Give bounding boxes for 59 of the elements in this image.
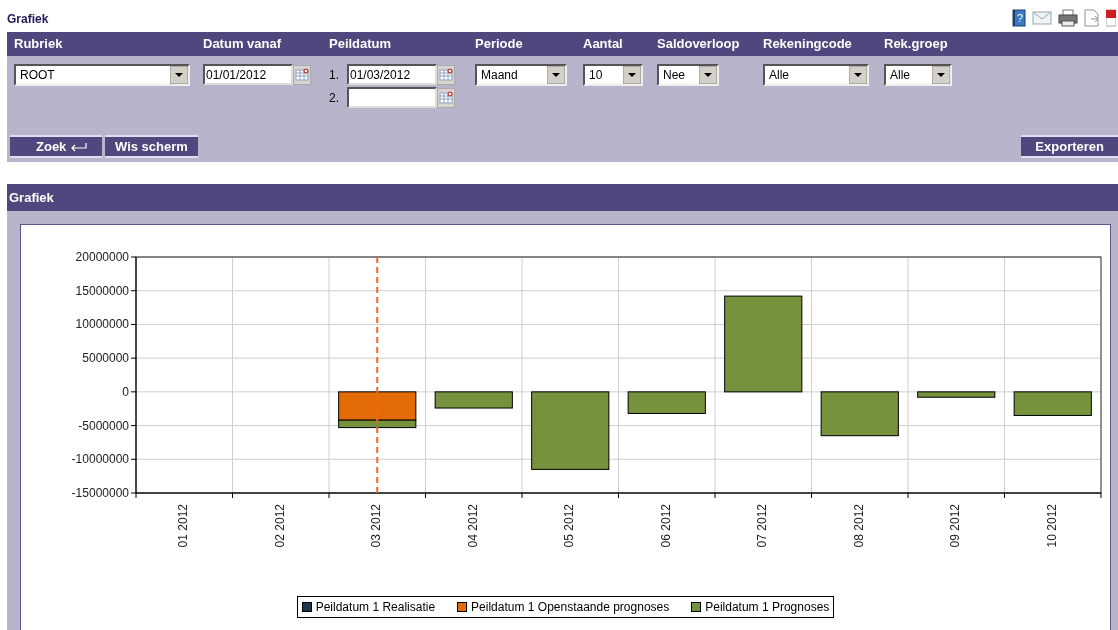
- dropdown-arrow-icon: [849, 66, 867, 84]
- legend-label: Peildatum 1 Prognoses: [705, 599, 830, 616]
- dropdown-arrow-icon: [547, 66, 565, 84]
- dropdown-arrow-icon: [170, 66, 188, 84]
- dropdown[interactable]: Alle: [763, 64, 869, 86]
- x-tick-label: 05 2012: [562, 504, 577, 548]
- y-tick-label: -15000000: [71, 486, 129, 500]
- date-field[interactable]: 01/01/2012: [203, 64, 293, 85]
- x-tick-label: 02 2012: [272, 504, 287, 548]
- page-title: Grafiek: [7, 11, 49, 28]
- filter-label: Rek.groep: [884, 36, 948, 52]
- y-tick-label: 5000000: [82, 351, 129, 366]
- y-tick-label: -5000000: [78, 418, 129, 433]
- y-tick-label: -10000000: [71, 452, 129, 467]
- x-tick-label: 03 2012: [369, 504, 384, 548]
- date-field[interactable]: 01/03/2012: [347, 64, 437, 85]
- dropdown[interactable]: Maand: [475, 64, 567, 86]
- dropdown-arrow-icon: [623, 66, 641, 84]
- x-tick-label: 08 2012: [851, 504, 866, 548]
- x-tick-label: 04 2012: [465, 504, 480, 548]
- y-tick-label: 15000000: [75, 283, 129, 298]
- x-tick-label: 09 2012: [948, 504, 963, 548]
- export-button[interactable]: Exporteren: [1021, 135, 1118, 158]
- x-tick-label: 10 2012: [1044, 504, 1059, 548]
- y-tick-label: 0: [122, 384, 129, 399]
- filter-label: Aantal: [583, 36, 623, 52]
- filter-label: Rekeningcode: [763, 36, 852, 52]
- calendar-icon[interactable]: [293, 64, 311, 85]
- y-tick-label: 10000000: [75, 317, 129, 332]
- dropdown[interactable]: ROOT: [14, 64, 190, 86]
- filter-label: Rubriek: [14, 36, 63, 52]
- legend-label: Peildatum 1 Realisatie: [315, 599, 436, 616]
- clear-button[interactable]: Wis scherm: [105, 135, 198, 158]
- return-arrow-icon: [70, 141, 89, 152]
- pdf-icon[interactable]: [1106, 9, 1116, 27]
- dropdown-arrow-icon: [699, 66, 717, 84]
- x-tick-label: 07 2012: [755, 504, 770, 548]
- field-number: 1.: [329, 66, 340, 84]
- help-book-icon[interactable]: ?: [1012, 9, 1026, 27]
- legend-label: Peildatum 1 Openstaande prognoses: [471, 599, 670, 616]
- x-tick-label: 01 2012: [176, 504, 191, 548]
- dropdown[interactable]: Nee: [657, 64, 719, 86]
- calendar-icon[interactable]: [437, 87, 455, 108]
- filter-label: Peildatum: [329, 36, 392, 52]
- dropdown[interactable]: 10: [583, 64, 643, 86]
- filter-label: Datum vanaf: [203, 36, 282, 52]
- x-tick-label: 06 2012: [658, 504, 673, 548]
- document-arrow-icon[interactable]: [1084, 9, 1100, 27]
- date-field[interactable]: [347, 87, 437, 108]
- filter-label: Periode: [475, 36, 523, 52]
- dropdown-arrow-icon: [932, 66, 950, 84]
- search-button[interactable]: Zoek: [10, 135, 102, 158]
- y-tick-label: 20000000: [75, 250, 129, 264]
- calendar-icon[interactable]: [437, 64, 455, 85]
- panel-title: Grafiek: [9, 188, 54, 207]
- field-number: 2.: [329, 89, 340, 107]
- filter-label: Saldoverloop: [657, 36, 740, 52]
- printer-icon[interactable]: [1058, 9, 1078, 27]
- dropdown[interactable]: Alle: [884, 64, 952, 86]
